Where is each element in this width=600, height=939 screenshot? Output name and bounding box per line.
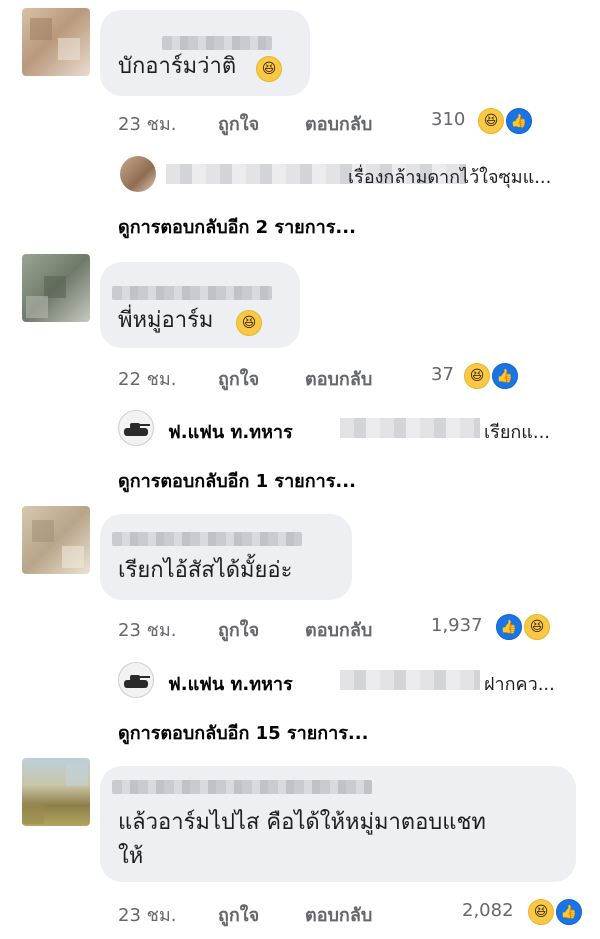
- comment-time[interactable]: 22 ชม.: [118, 364, 176, 393]
- commenter-name-redacted[interactable]: [162, 36, 272, 50]
- commenter-name-redacted[interactable]: [112, 286, 272, 300]
- comment-text: บักอาร์มว่าติ: [118, 54, 237, 79]
- commenter-avatar[interactable]: [22, 506, 90, 574]
- tank-avatar-icon[interactable]: [118, 662, 154, 698]
- view-more-replies-link[interactable]: ดูการตอบกลับอีก 1 รายการ...: [118, 466, 356, 495]
- commenter-avatar[interactable]: [22, 254, 90, 322]
- reply-text: เรียกแ...: [484, 422, 551, 443]
- haha-emoji-icon: 😆: [524, 614, 550, 640]
- reply-author-name[interactable]: ฟ.แฟน ท.ทหาร: [168, 669, 293, 698]
- reaction-count[interactable]: 1,937: [431, 615, 483, 636]
- commenter-avatar[interactable]: [22, 758, 90, 826]
- commenter-name-redacted[interactable]: [112, 532, 302, 546]
- comment-time[interactable]: 23 ชม.: [118, 109, 176, 138]
- reply-button[interactable]: ตอบกลับ: [305, 364, 372, 393]
- comment-time[interactable]: 23 ชม.: [118, 615, 176, 644]
- comment-text-line1: แล้วอาร์มไปไส คือได้ให้หมู่มาตอบแชท: [118, 810, 486, 835]
- comment-text-line2: ให้: [118, 844, 144, 869]
- reply-button[interactable]: ตอบกลับ: [305, 109, 372, 138]
- like-button[interactable]: ถูกใจ: [218, 109, 259, 138]
- haha-emoji-icon: 😆: [528, 899, 554, 925]
- reply-redacted-text: [340, 418, 480, 438]
- reply-redacted-text: [340, 670, 480, 690]
- like-thumb-icon: 👍: [556, 899, 582, 925]
- like-thumb-icon: 👍: [492, 363, 518, 389]
- view-more-replies-link[interactable]: ดูการตอบกลับอีก 2 รายการ...: [118, 212, 356, 241]
- like-thumb-icon: 👍: [506, 108, 532, 134]
- like-button[interactable]: ถูกใจ: [218, 900, 259, 929]
- reaction-count[interactable]: 37: [431, 364, 454, 385]
- commenter-name-redacted[interactable]: [112, 780, 372, 794]
- commenter-avatar[interactable]: [22, 8, 90, 76]
- tank-avatar-icon[interactable]: [118, 410, 154, 446]
- reply-button[interactable]: ตอบกลับ: [305, 615, 372, 644]
- reply-author-name[interactable]: ฟ.แฟน ท.ทหาร: [168, 417, 293, 446]
- like-button[interactable]: ถูกใจ: [218, 615, 259, 644]
- reply-preview[interactable]: ฟ.แฟน ท.ทหาร ฝากคว...: [118, 662, 578, 698]
- reply-preview[interactable]: เรื่องกล้ามดากไว้ใจซุมแ...: [120, 156, 580, 192]
- reply-avatar[interactable]: [120, 156, 156, 192]
- reply-text: ฝากคว...: [484, 674, 555, 695]
- comment-text: เรียกไอ้สัสได้มั้ยอ่ะ: [118, 558, 293, 583]
- haha-emoji-icon: 😆: [478, 108, 504, 134]
- reaction-count[interactable]: 2,082: [462, 900, 514, 921]
- comment-time[interactable]: 23 ชม.: [118, 900, 176, 929]
- reply-preview[interactable]: ฟ.แฟน ท.ทหาร เรียกแ...: [118, 410, 578, 446]
- reply-button[interactable]: ตอบกลับ: [305, 900, 372, 929]
- laughing-emoji-icon: 😆: [236, 310, 262, 336]
- like-thumb-icon: 👍: [496, 614, 522, 640]
- comment-text: พี่หมู่อาร์ม: [118, 308, 214, 333]
- view-more-replies-link[interactable]: ดูการตอบกลับอีก 15 รายการ...: [118, 718, 368, 747]
- haha-emoji-icon: 😆: [464, 363, 490, 389]
- comment-thread: บักอาร์มว่าติ 😆 23 ชม. ถูกใจ ตอบกลับ 310…: [0, 0, 600, 939]
- reaction-count[interactable]: 310: [431, 109, 465, 130]
- reply-text: เรื่องกล้ามดากไว้ใจซุมแ...: [348, 167, 552, 188]
- like-button[interactable]: ถูกใจ: [218, 364, 259, 393]
- laughing-emoji-icon: 😆: [256, 56, 282, 82]
